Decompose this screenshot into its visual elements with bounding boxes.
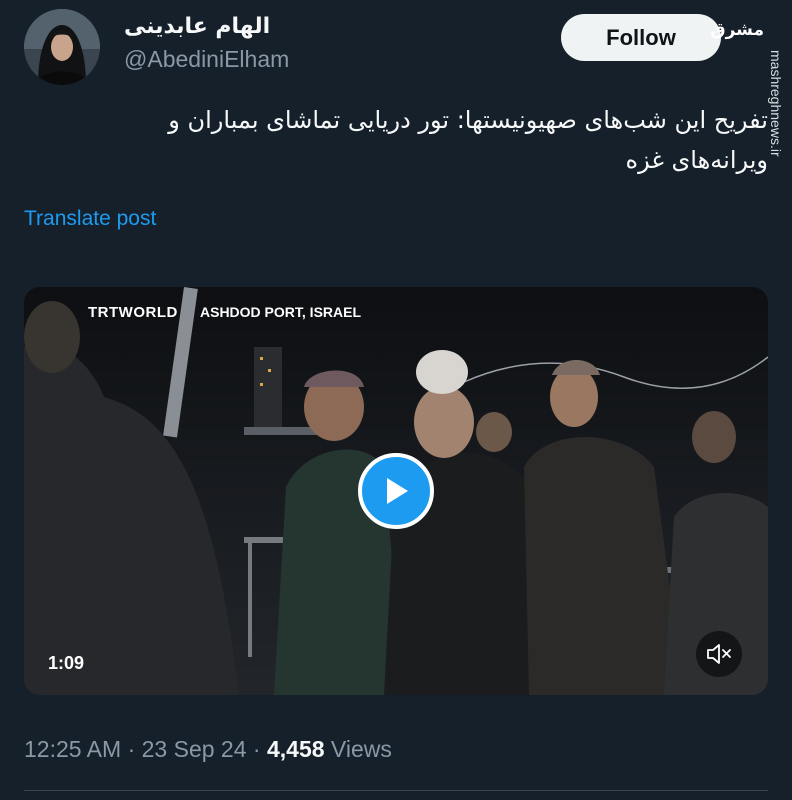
mute-button[interactable] [696,631,742,677]
channel-logo: TRTWORLD [88,304,178,321]
post-time[interactable]: 12:25 AM [24,736,121,762]
views-label: Views [330,736,392,762]
views-count: 4,458 [266,736,325,762]
video-duration: 1:09 [48,653,85,673]
play-icon [387,478,408,504]
post-date[interactable]: 23 Sep 24 [142,736,247,762]
video-player[interactable]: TRTWORLD ASHDOD PORT, ISRAEL 1:09 [24,287,768,695]
post-text-line: تفریح این شب‌های صهیونیستها: تور دریایی … [168,106,768,134]
divider [24,790,768,791]
mashregh-logo: مشرق [710,20,764,40]
meta-separator: · [127,736,142,762]
translate-post-link[interactable]: Translate post [24,207,156,231]
speaker-muted-icon [707,644,731,664]
post-meta: 12:25 AM · 23 Sep 24 · 4,458 Views [24,736,392,763]
author-avatar[interactable] [24,9,100,85]
watermark-site: mashreghnews.ir [768,50,784,157]
post-text-line: ویرانه‌های غزه [625,146,768,174]
meta-separator: · [252,736,267,762]
post-text: تفریح این شب‌های صهیونیستها: تور دریایی … [48,100,768,180]
play-button[interactable] [358,453,434,529]
location-caption: ASHDOD PORT, ISRAEL [200,304,362,320]
avatar-image [24,9,100,85]
author-handle[interactable]: @AbediniElham [124,46,289,73]
follow-button[interactable]: Follow [561,14,721,61]
author-display-name[interactable]: الهام عابدینی [124,14,270,39]
